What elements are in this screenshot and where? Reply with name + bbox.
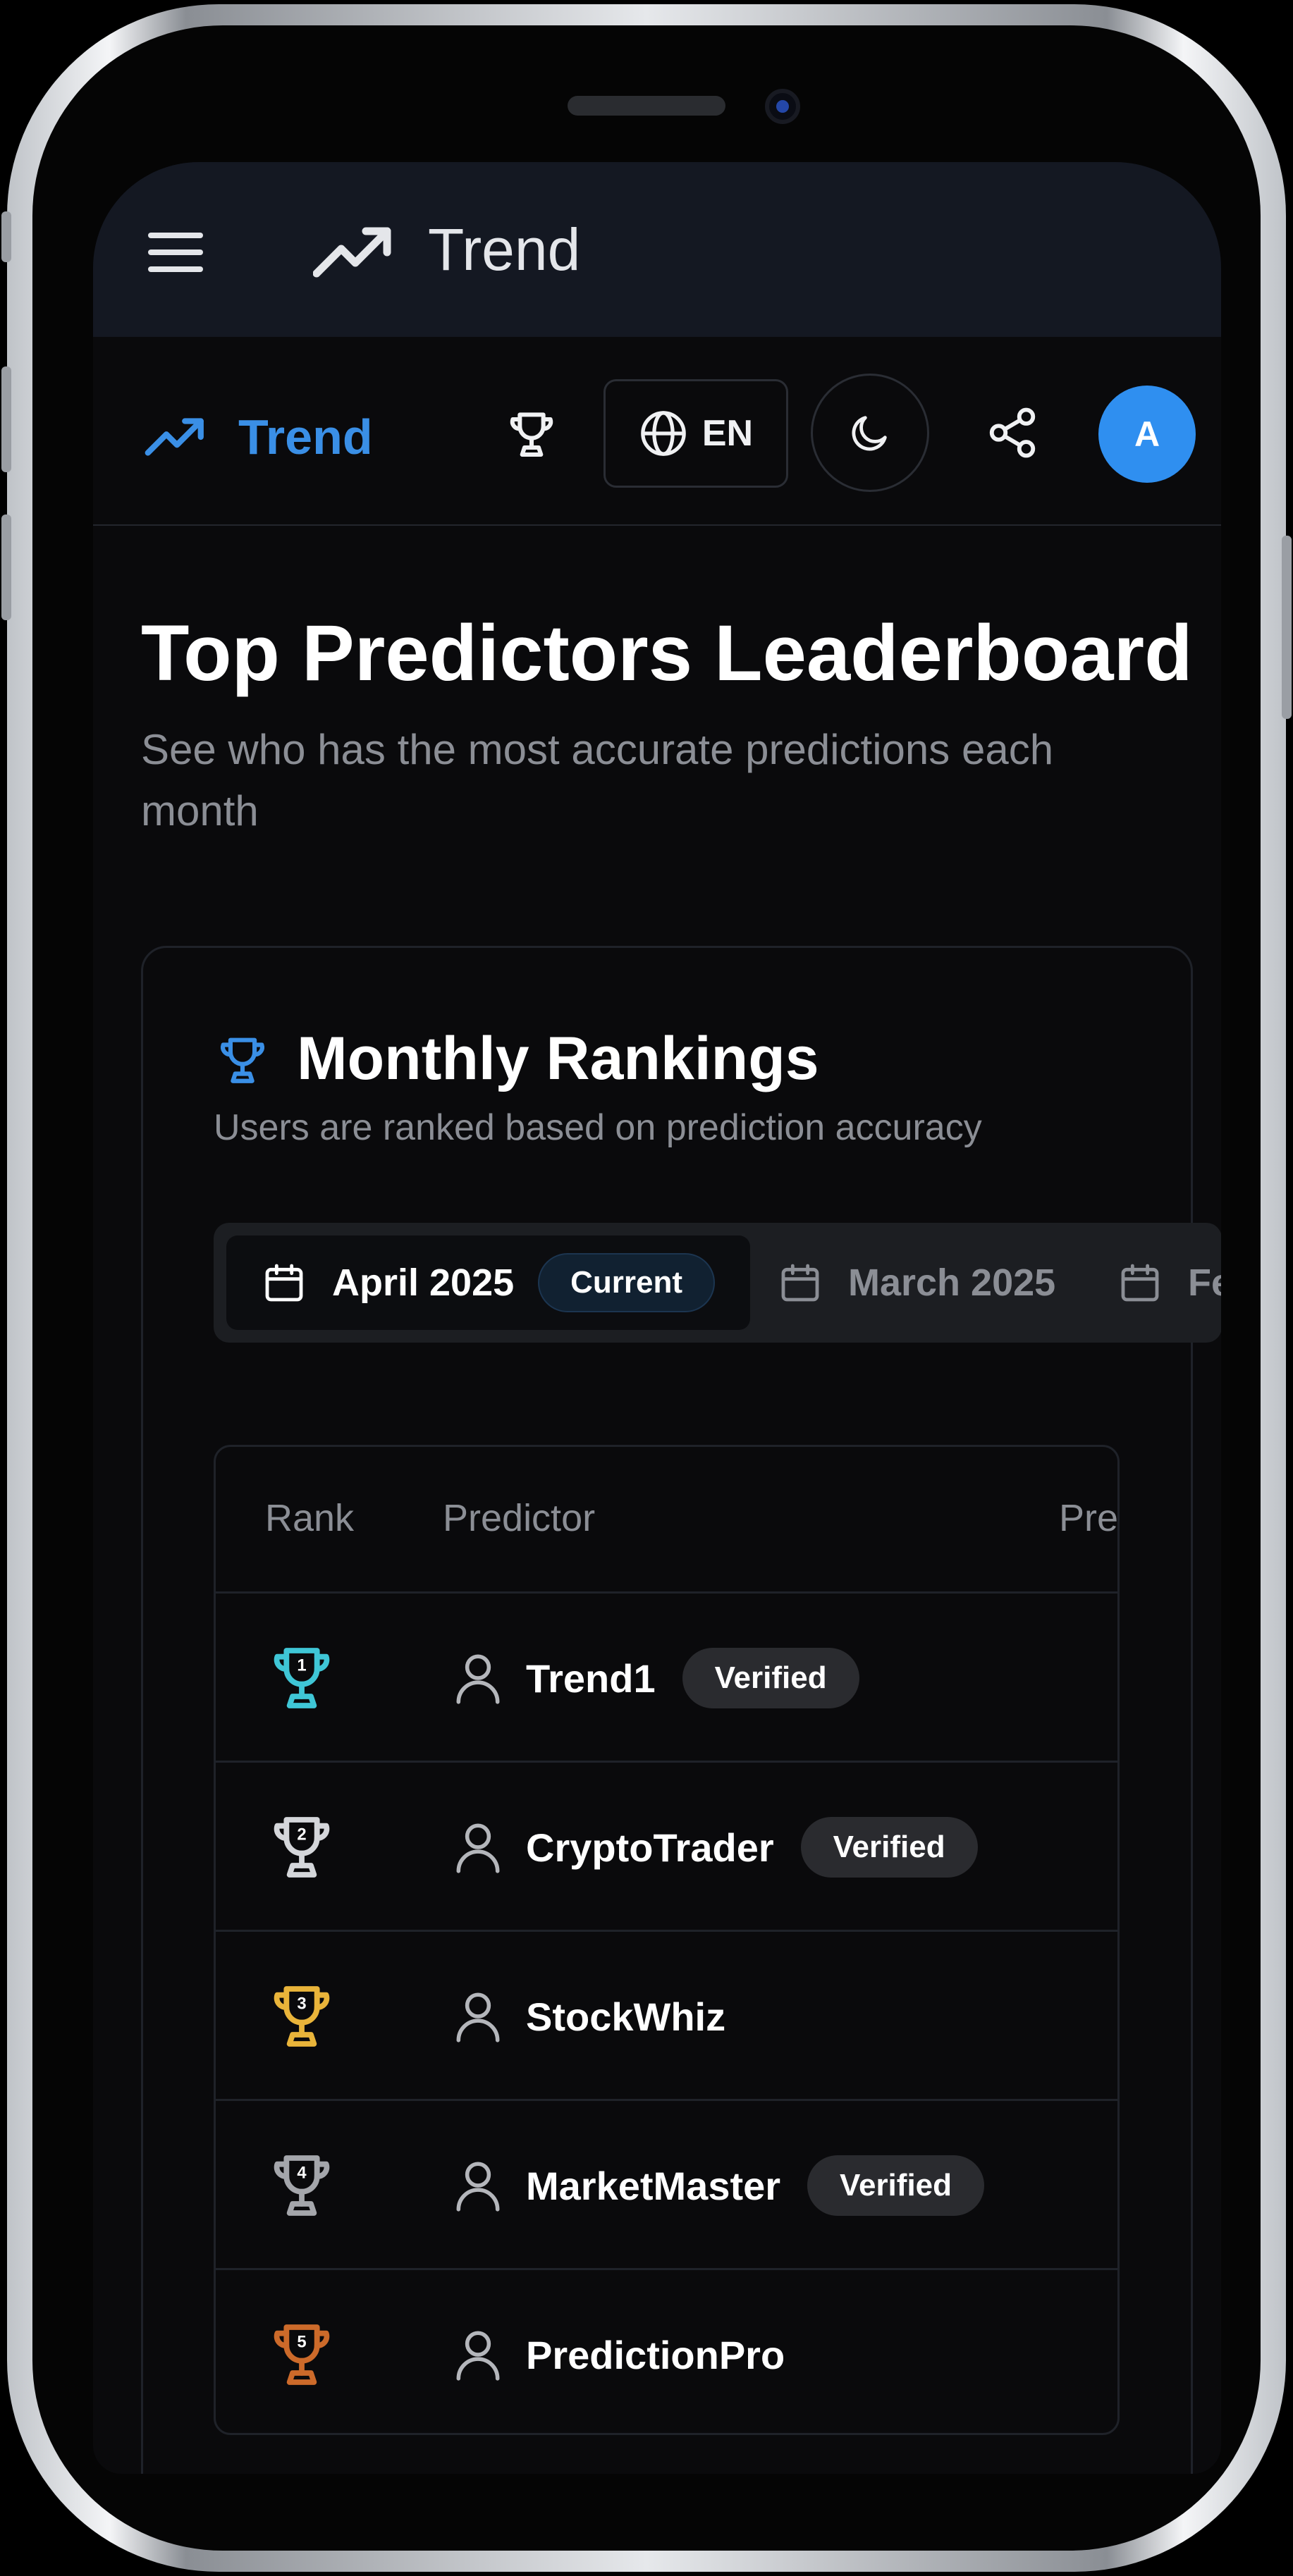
predictor-name[interactable]: PredictionPro	[526, 2332, 785, 2378]
monthly-rankings-card: Monthly Rankings Users are ranked based …	[141, 946, 1221, 2474]
card-subtitle: Users are ranked based on prediction acc…	[214, 1107, 982, 1148]
hamburger-menu-icon[interactable]	[148, 233, 203, 272]
predictor-cell: MarketMaster Verified	[526, 2101, 985, 2270]
svg-text:2: 2	[297, 1825, 306, 1844]
power-button	[1282, 536, 1292, 719]
tab-label: Fe	[1188, 1262, 1221, 1304]
predictor-name[interactable]: MarketMaster	[526, 2163, 780, 2209]
phone-camera	[765, 89, 800, 124]
trophy-rank-4-icon: 4	[274, 2155, 330, 2216]
moon-icon	[852, 416, 887, 451]
app-bar-title: Trend	[428, 216, 581, 283]
tab-label: April 2025	[332, 1262, 515, 1304]
table-row[interactable]: 4 MarketMaster Verified	[216, 2099, 1117, 2270]
month-tabs: April 2025 Current March 2025 F	[214, 1223, 1221, 1343]
user-icon	[456, 2331, 500, 2381]
verified-badge: Verified	[807, 2155, 985, 2216]
predictor-cell: Trend1 Verified	[526, 1594, 859, 1763]
page-subtitle: See who has the most accurate prediction…	[141, 726, 1054, 834]
user-icon	[456, 1823, 500, 1873]
language-label: EN	[701, 413, 754, 454]
current-badge: Current	[538, 1253, 716, 1312]
trending-up-icon	[313, 227, 391, 278]
user-icon	[456, 2162, 500, 2212]
table-row[interactable]: 5 PredictionPro	[216, 2268, 1117, 2433]
predictor-name[interactable]: Trend1	[526, 1656, 656, 1701]
phone-speaker	[568, 96, 725, 116]
tab-march-2025[interactable]: March 2025	[778, 1235, 1055, 1330]
trophy-icon	[221, 1037, 264, 1083]
table-row[interactable]: 2 CryptoTrader Verified	[216, 1761, 1117, 1932]
column-header-predictions: Pre	[1059, 1497, 1119, 1539]
predictor-name[interactable]: StockWhiz	[526, 1994, 725, 2040]
calendar-icon	[265, 1264, 303, 1302]
calendar-icon	[781, 1264, 819, 1302]
volume-down-button	[1, 514, 11, 620]
trophy-icon[interactable]	[503, 405, 560, 462]
predictor-name[interactable]: CryptoTrader	[526, 1825, 774, 1871]
tab-label: March 2025	[848, 1262, 1056, 1304]
predictor-cell: CryptoTrader Verified	[526, 1763, 978, 1932]
share-icon[interactable]	[985, 405, 1040, 460]
svg-text:4: 4	[297, 2164, 307, 2183]
trending-up-icon	[145, 418, 204, 456]
svg-text:1: 1	[297, 1656, 306, 1675]
column-header-rank: Rank	[265, 1497, 355, 1539]
app-bar: Trend	[93, 162, 1221, 337]
tab-april-2025[interactable]: April 2025 Current	[226, 1235, 751, 1330]
card-title: Monthly Rankings	[297, 1025, 819, 1092]
theme-toggle-button[interactable]	[811, 374, 929, 492]
user-icon	[456, 1654, 500, 1704]
verified-badge: Verified	[800, 1817, 978, 1878]
volume-up-button	[1, 366, 11, 472]
column-header-predictor: Predictor	[443, 1497, 596, 1539]
side-button	[1, 211, 11, 262]
leaderboard-table: Rank Predictor Pre 1 Trend1 Verified 2 C…	[214, 1445, 1120, 2435]
trophy-rank-3-icon: 3	[274, 1986, 330, 2047]
table-row[interactable]: 3 StockWhiz	[216, 1930, 1117, 2101]
trophy-rank-1-icon: 1	[274, 1648, 330, 1708]
calendar-icon	[1121, 1264, 1159, 1302]
user-avatar[interactable]: A	[1098, 386, 1196, 483]
verified-badge: Verified	[682, 1648, 859, 1708]
predictor-cell: StockWhiz	[526, 1932, 725, 2101]
card-header: Monthly Rankings	[214, 1024, 819, 1094]
svg-text:5: 5	[297, 2333, 306, 2352]
svg-text:3: 3	[297, 1995, 306, 2014]
tab-february[interactable]: Fe	[1117, 1235, 1221, 1330]
predictor-cell: PredictionPro	[526, 2270, 785, 2433]
globe-icon	[641, 411, 686, 456]
screen: Trend Trend EN A Top Predictors Leaderbo…	[93, 162, 1221, 2474]
trophy-rank-2-icon: 2	[274, 1817, 330, 1878]
table-row[interactable]: 1 Trend1 Verified	[216, 1591, 1117, 1763]
trophy-rank-5-icon: 5	[274, 2324, 330, 2385]
brand-link[interactable]: Trend	[142, 402, 373, 472]
brand-name: Trend	[238, 409, 373, 464]
page-title: Top Predictors Leaderboard	[141, 609, 1193, 697]
language-button[interactable]: EN	[603, 379, 788, 488]
user-icon	[456, 1992, 500, 2042]
